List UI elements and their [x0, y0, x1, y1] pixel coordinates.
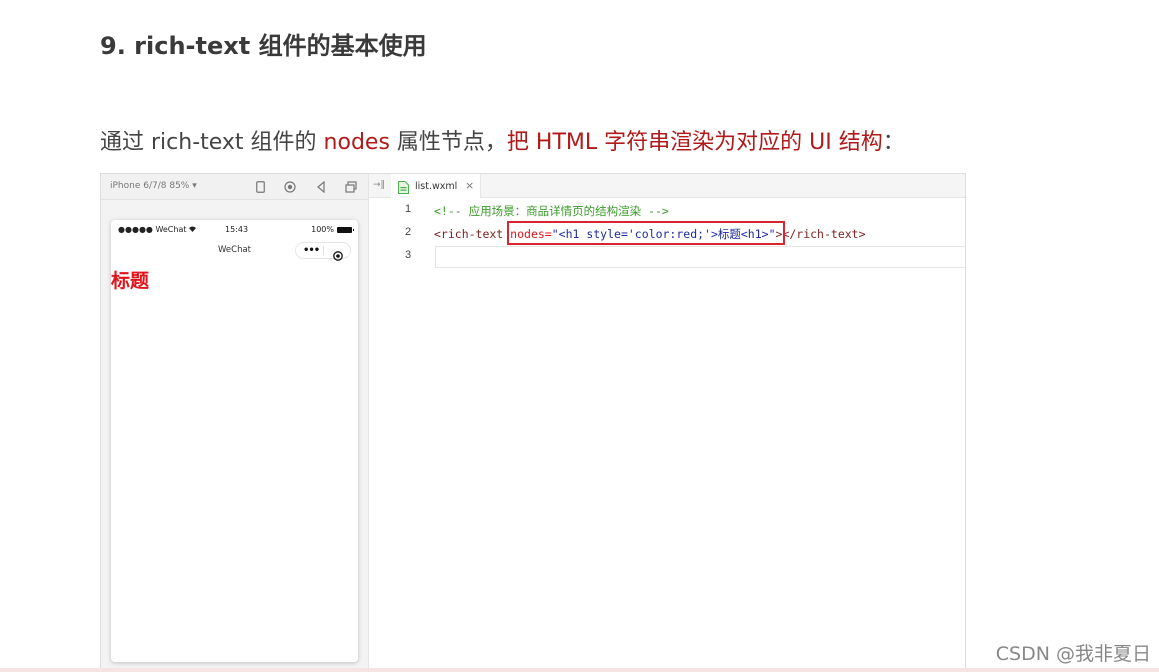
phone-screen: ●●●●● WeChat 15:43 100% WeChat ••• 标题 — [111, 220, 358, 662]
line-number: 2 — [405, 226, 412, 238]
record-icon[interactable] — [282, 179, 298, 195]
code-editor: →‖ list.wxml × 1 <!-- 应用场景：商品详情页的结构渲染 --… — [369, 174, 965, 668]
battery-status: 100% — [311, 225, 354, 234]
capsule-divider — [323, 246, 324, 255]
code-line-1[interactable]: 1 <!-- 应用场景：商品详情页的结构渲染 --> — [369, 198, 965, 221]
simulator-toolbar: iPhone 6/7/8 85% ▾ — [101, 174, 368, 200]
code-tag-close: ></rich-text> — [775, 227, 866, 241]
editor-tab-bar: →‖ list.wxml × — [369, 174, 965, 198]
tab-close-icon[interactable]: × — [465, 179, 474, 192]
line-number: 3 — [405, 249, 412, 261]
tab-label: list.wxml — [415, 181, 458, 192]
code-line-3[interactable]: 3 — [369, 244, 965, 267]
more-icon[interactable]: ••• — [303, 245, 320, 256]
line-number: 1 — [405, 203, 412, 215]
code-tag-open: <rich-text — [434, 227, 511, 241]
sound-icon[interactable] — [313, 179, 329, 195]
collapse-icon[interactable]: →‖ — [373, 180, 385, 190]
description-text: 通过 rich-text 组件的 nodes 属性节点，把 HTML 字符串渲染… — [100, 124, 905, 156]
tab-list-wxml[interactable]: list.wxml × — [391, 174, 481, 198]
devtools-screenshot: iPhone 6/7/8 85% ▾ ●●●●● WeChat 15:43 10… — [100, 173, 966, 669]
watermark: CSDN @我非夏日 — [995, 643, 1151, 665]
status-time: 15:43 — [225, 225, 249, 234]
phone-icon[interactable] — [252, 179, 268, 195]
battery-icon — [337, 226, 354, 233]
wifi-icon — [189, 225, 197, 234]
nav-bar: WeChat ••• — [111, 238, 358, 262]
detach-window-icon[interactable] — [343, 179, 359, 195]
section-heading: 9. rich-text 组件的基本使用 — [100, 32, 427, 60]
desc-highlight: 把 HTML 字符串渲染为对应的 UI 结构 — [506, 130, 883, 155]
close-target-icon[interactable] — [333, 246, 343, 265]
desc-nodes-keyword: nodes — [323, 130, 390, 155]
carrier-label: ●●●●● WeChat — [118, 225, 197, 234]
desc-colon: ： — [882, 130, 905, 155]
code-comment: <!-- 应用场景：商品详情页的结构渲染 --> — [434, 204, 669, 218]
status-bar: ●●●●● WeChat 15:43 100% — [111, 220, 358, 238]
simulator-pane: iPhone 6/7/8 85% ▾ ●●●●● WeChat 15:43 10… — [101, 174, 369, 668]
wxml-file-icon — [398, 179, 409, 198]
battery-percent: 100% — [311, 225, 334, 234]
device-select[interactable]: iPhone 6/7/8 85% ▾ — [110, 181, 197, 191]
highlight-box — [507, 221, 785, 245]
bottom-border — [0, 668, 1159, 672]
desc-part-3: 属性节点， — [389, 130, 507, 155]
rendered-h1: 标题 — [111, 270, 150, 292]
menu-capsule[interactable]: ••• — [295, 242, 351, 261]
desc-part-1: 通过 rich-text 组件的 — [100, 130, 324, 155]
